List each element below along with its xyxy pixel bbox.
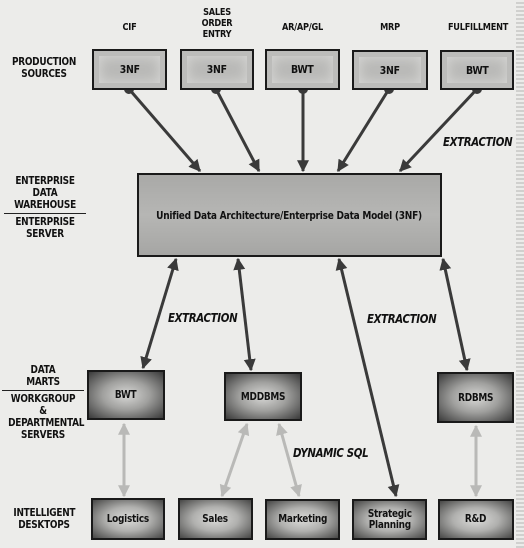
mart-box-bwt[interactable]: BWT bbox=[87, 370, 165, 420]
source-box-ar-ap-gl[interactable]: BWT bbox=[265, 49, 340, 90]
desktop-box-strategic-planning[interactable]: Strategic Planning bbox=[352, 499, 427, 540]
enterprise-data-model-box[interactable]: Unified Data Architecture/Enterprise Dat… bbox=[137, 173, 442, 257]
arrow-cif-to-edw bbox=[127, 88, 202, 172]
source-title-cif: CIF bbox=[122, 22, 137, 33]
source-box-cif[interactable]: 3NF bbox=[92, 49, 167, 90]
source-title-fulfillment: FULFILLMENT bbox=[447, 22, 509, 33]
source-title-mrp: MRP bbox=[380, 22, 400, 33]
source-box-fulfillment[interactable]: BWT bbox=[440, 50, 514, 90]
annotation-extraction-left: EXTRACTION bbox=[168, 311, 238, 325]
annotation-extraction-top: EXTRACTION bbox=[443, 135, 513, 149]
arrow-edw-rdbms bbox=[439, 257, 471, 372]
tier-label-production-sources: PRODUCTION SOURCES bbox=[11, 56, 77, 80]
desktop-box-sales[interactable]: Sales bbox=[178, 498, 253, 540]
mart-box-mddbms[interactable]: MDDBMS bbox=[224, 372, 302, 421]
arrow-fulfillment-to-edw bbox=[398, 87, 479, 173]
arrow-mrp-to-edw bbox=[336, 88, 391, 173]
arrow-mddbms-marketing bbox=[276, 422, 302, 498]
source-box-mrp[interactable]: 3NF bbox=[352, 50, 428, 90]
tier-divider bbox=[4, 213, 86, 214]
arrow-edw-mddbms bbox=[233, 257, 256, 372]
source-box-sales-order-entry[interactable]: 3NF bbox=[180, 49, 254, 90]
arrow-mddbms-sales bbox=[219, 422, 250, 498]
arrow-sales-order-to-edw bbox=[214, 88, 261, 173]
source-title-ar-ap-gl: AR/AP/GL bbox=[282, 22, 323, 33]
mart-box-rdbms[interactable]: RDBMS bbox=[437, 372, 514, 423]
tier-label-enterprise-warehouse: ENTERPRISE DATA WAREHOUSE ENTERPRISE SER… bbox=[4, 175, 86, 240]
desktop-box-logistics[interactable]: Logistics bbox=[91, 498, 165, 540]
desktop-box-marketing[interactable]: Marketing bbox=[265, 499, 340, 540]
tier-label-data-marts: DATA MARTS WORKGROUP & DEPARTMENTAL SERV… bbox=[2, 364, 84, 441]
arrow-edw-strategic-planning bbox=[335, 257, 400, 498]
annotation-extraction-right: EXTRACTION bbox=[367, 312, 437, 326]
tier-label-intelligent-desktops: INTELLIGENT DESKTOPS bbox=[13, 507, 76, 531]
source-title-sales-order-entry: SALES ORDER ENTRY bbox=[201, 7, 233, 40]
desktop-box-r-and-d[interactable]: R&D bbox=[438, 499, 514, 540]
tier-divider bbox=[2, 390, 84, 391]
annotation-dynamic-sql: DYNAMIC SQL bbox=[293, 446, 369, 460]
